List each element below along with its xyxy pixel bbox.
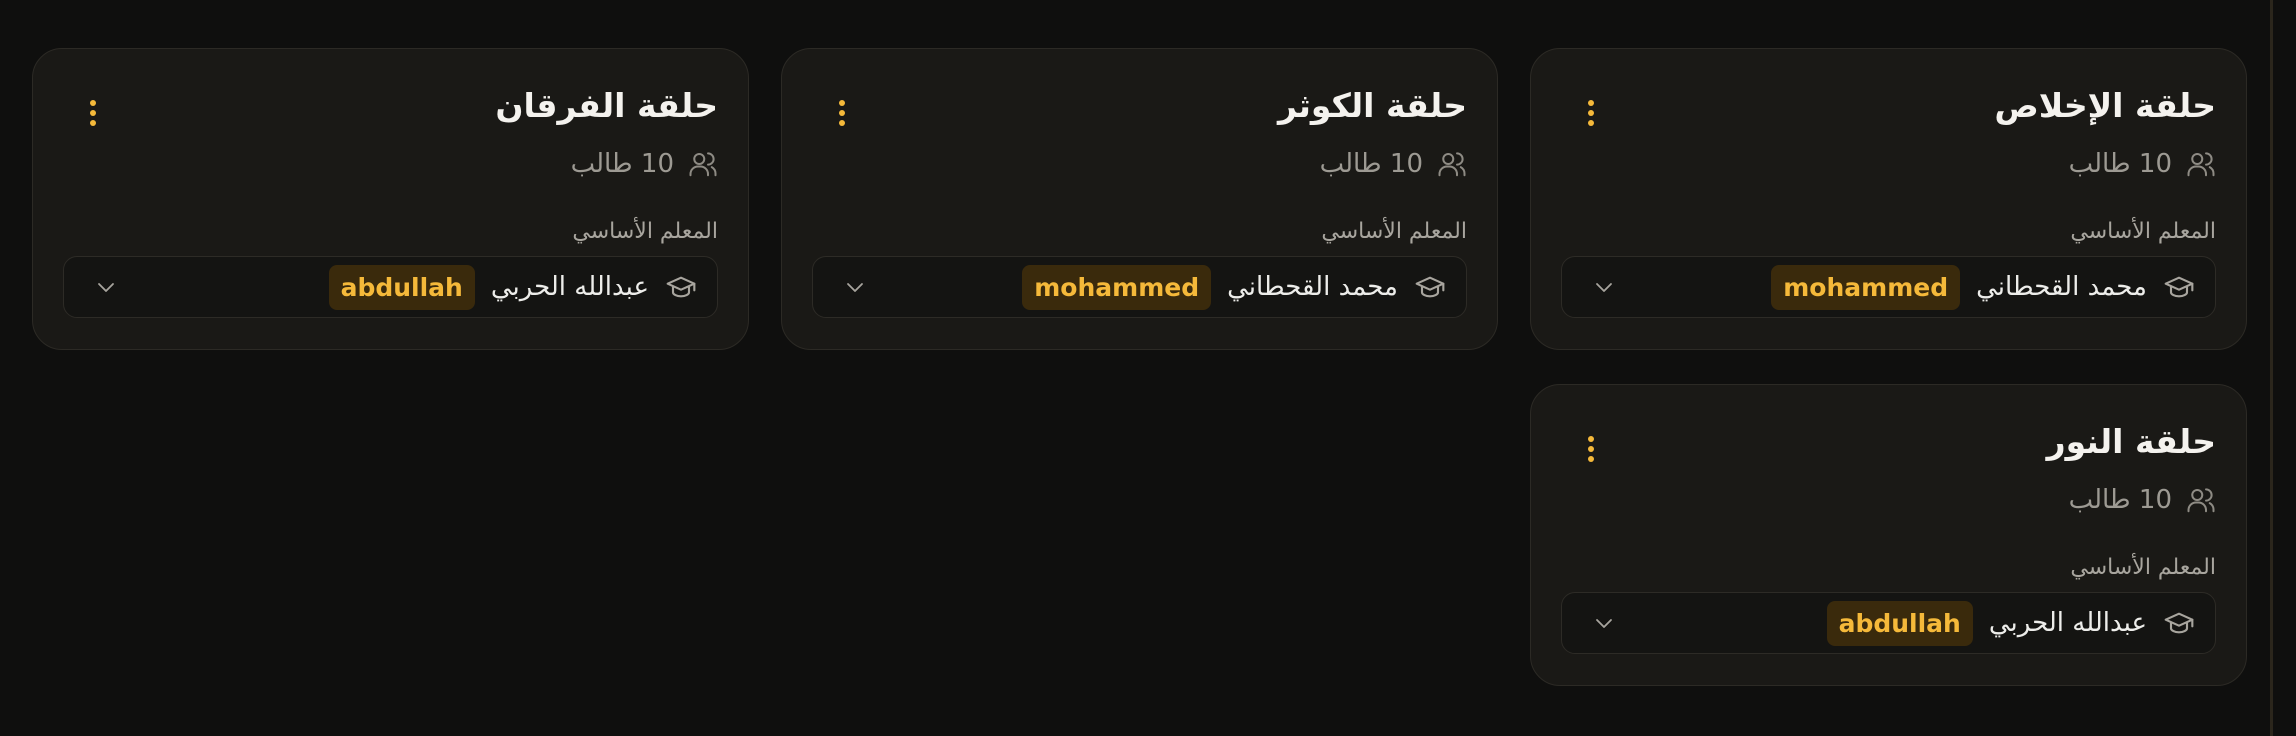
teacher-label: المعلم الأساسي <box>2070 219 2216 244</box>
teacher-username-badge: abdullah <box>328 264 475 310</box>
student-count-text: 10 طالب <box>1319 149 1423 179</box>
teacher-label: المعلم الأساسي <box>572 219 718 244</box>
circles-page: حلقة الإخلاص 10 طالب المعلم الأساسي محمد… <box>0 0 2296 736</box>
student-count: 10 طالب <box>2069 149 2216 179</box>
student-count: 10 طالب <box>2069 485 2216 515</box>
users-icon <box>2186 149 2216 179</box>
circle-title: حلقة الفرقان <box>495 86 718 125</box>
graduation-cap-icon <box>2161 605 2197 641</box>
circle-card: حلقة النور 10 طالب المعلم الأساسي عبدالل… <box>1530 384 2247 686</box>
teacher-name: عبدالله الحربي <box>1988 608 2147 638</box>
circle-title: حلقة النور <box>2046 422 2216 461</box>
users-icon <box>2186 485 2216 515</box>
scrollbar[interactable] <box>2270 0 2273 736</box>
circles-grid: حلقة الإخلاص 10 طالب المعلم الأساسي محمد… <box>32 48 2247 686</box>
student-count: 10 طالب <box>571 149 718 179</box>
teacher-name: عبدالله الحربي <box>490 272 649 302</box>
student-count: 10 طالب <box>1320 149 1467 179</box>
more-vertical-icon[interactable] <box>1579 95 1603 131</box>
chevron-down-icon[interactable] <box>1590 609 1618 637</box>
users-icon <box>1437 149 1467 179</box>
more-vertical-icon[interactable] <box>830 95 854 131</box>
circle-card: حلقة الإخلاص 10 طالب المعلم الأساسي محمد… <box>1530 48 2247 350</box>
teacher-username-badge: abdullah <box>1826 600 1973 646</box>
circle-title: حلقة الكوثر <box>1277 86 1467 125</box>
teacher-label: المعلم الأساسي <box>1321 219 1467 244</box>
student-count-text: 10 طالب <box>2068 485 2172 515</box>
teacher-select[interactable]: عبدالله الحربي abdullah <box>63 256 718 318</box>
graduation-cap-icon <box>2161 269 2197 305</box>
circle-card: حلقة الفرقان 10 طالب المعلم الأساسي عبدا… <box>32 48 749 350</box>
teacher-username-badge: mohammed <box>1771 264 1961 310</box>
student-count-text: 10 طالب <box>2068 149 2172 179</box>
graduation-cap-icon <box>663 269 699 305</box>
circle-title: حلقة الإخلاص <box>1994 86 2216 125</box>
teacher-select[interactable]: محمد القحطاني mohammed <box>812 256 1467 318</box>
teacher-select[interactable]: محمد القحطاني mohammed <box>1561 256 2216 318</box>
teacher-label: المعلم الأساسي <box>2070 555 2216 580</box>
chevron-down-icon[interactable] <box>92 273 120 301</box>
teacher-username-badge: mohammed <box>1022 264 1212 310</box>
users-icon <box>688 149 718 179</box>
student-count-text: 10 طالب <box>570 149 674 179</box>
circle-card: حلقة الكوثر 10 طالب المعلم الأساسي محمد … <box>781 48 1498 350</box>
more-vertical-icon[interactable] <box>81 95 105 131</box>
chevron-down-icon[interactable] <box>1590 273 1618 301</box>
teacher-name: محمد القحطاني <box>1227 272 1398 302</box>
graduation-cap-icon <box>1412 269 1448 305</box>
chevron-down-icon[interactable] <box>841 273 869 301</box>
teacher-select[interactable]: عبدالله الحربي abdullah <box>1561 592 2216 654</box>
more-vertical-icon[interactable] <box>1579 431 1603 467</box>
teacher-name: محمد القحطاني <box>1976 272 2147 302</box>
